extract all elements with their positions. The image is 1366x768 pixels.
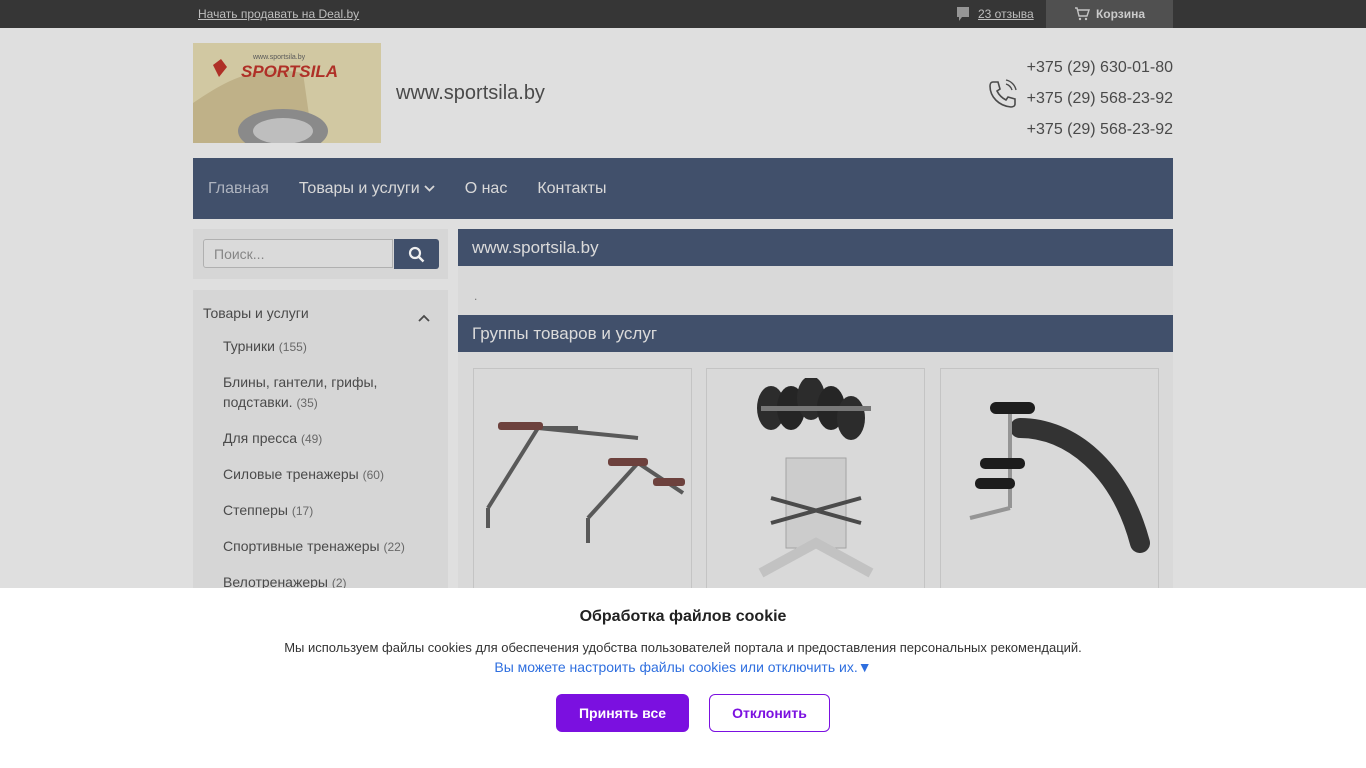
cart-button[interactable]: Корзина [1046, 0, 1173, 28]
search-button[interactable] [394, 239, 439, 269]
logo-image: www.sportsila.by SPORTSILA [193, 43, 381, 143]
cookie-banner: Обработка файлов cookie Мы используем фа… [0, 588, 1366, 768]
site-name: www.sportsila.by [396, 82, 545, 104]
nav-item-home[interactable]: Главная [208, 180, 269, 198]
category-item[interactable]: Турники (155) [223, 336, 433, 357]
cookie-text: Мы используем файлы cookies для обеспече… [284, 640, 1082, 655]
groups-title: Группы товаров и услуг [458, 315, 1173, 352]
category-count: (22) [383, 540, 405, 554]
chevron-down-icon [424, 184, 435, 192]
main-content: www.sportsila.by . Группы товаров и услу… [458, 229, 1173, 598]
page-description: . [474, 289, 478, 303]
nav-item-contacts[interactable]: Контакты [537, 180, 606, 198]
page-title: www.sportsila.by [458, 229, 1173, 266]
category-list: Турники (155) Блины, гантели, грифы, под… [223, 336, 433, 608]
ab-bench-image [969, 402, 1150, 553]
category-item[interactable]: Степперы (17) [223, 500, 433, 521]
category-label: Турники [223, 338, 275, 354]
cookie-settings-link[interactable]: Вы можете настроить файлы cookies или от… [0, 659, 1366, 675]
category-count: (155) [278, 340, 307, 354]
category-count: (17) [291, 504, 314, 518]
product-group-card-ab-bench[interactable] [940, 368, 1159, 598]
logo-url-text: www.sportsila.by [252, 54, 306, 61]
phone-list: +375 (29) 630-01-80 +375 (29) 568-23-92 … [1027, 52, 1173, 145]
cart-label: Корзина [1095, 7, 1146, 21]
sidebar-title[interactable]: Товары и услуги [203, 305, 309, 321]
category-item[interactable]: Для пресса (49) [223, 428, 433, 449]
category-label: Степперы [223, 502, 288, 518]
accept-all-button[interactable]: Принять все [556, 694, 689, 732]
category-sidebar: Товары и услуги Турники (155) Блины, ган… [193, 290, 448, 590]
search-input[interactable]: Поиск... [203, 239, 393, 268]
category-label: Для пресса [223, 430, 298, 446]
category-label: Силовые тренажеры [223, 466, 359, 482]
product-group-card-dumbbells[interactable] [706, 368, 925, 598]
pullup-bar-image [485, 422, 685, 543]
start-selling-link[interactable]: Начать продавать на Deal.by [198, 7, 359, 21]
product-group-card-pullup-bar[interactable] [473, 368, 692, 598]
category-count: (49) [300, 432, 323, 446]
category-count: (35) [296, 396, 318, 410]
nav-item-about[interactable]: О нас [465, 180, 508, 198]
nav-item-products[interactable]: Товары и услуги [299, 180, 435, 198]
top-bar: Начать продавать на Deal.by 23 отзыва Ко… [0, 0, 1366, 28]
phone-icon [989, 79, 1017, 108]
category-item[interactable]: Силовые тренажеры (60) [223, 464, 433, 485]
chevron-up-icon[interactable] [418, 314, 430, 322]
reviews-link[interactable]: 23 отзыва [956, 6, 1034, 22]
phone-number-2[interactable]: +375 (29) 568-23-92 [1027, 83, 1173, 114]
search-panel: Поиск... [193, 229, 448, 279]
decline-button[interactable]: Отклонить [709, 694, 830, 732]
cart-icon [1074, 7, 1090, 21]
main-nav: Главная Товары и услуги О нас Контакты [193, 158, 1173, 219]
category-count: (60) [362, 468, 384, 482]
phone-number-3[interactable]: +375 (29) 568-23-92 [1027, 114, 1173, 145]
nav-item-products-label: Товары и услуги [298, 179, 420, 197]
cookie-title: Обработка файлов cookie [579, 608, 787, 625]
comment-icon [957, 7, 969, 21]
category-label: Спортивные тренажеры [223, 538, 380, 554]
category-item[interactable]: Блины, гантели, грифы, подставки. (35) [223, 372, 433, 413]
phone-number-1[interactable]: +375 (29) 630-01-80 [1027, 52, 1173, 83]
logo-brand-text: SPORTSILA [241, 62, 338, 81]
category-item[interactable]: Спортивные тренажеры (22) [223, 536, 433, 557]
dumbbells-rack-image [756, 378, 873, 578]
reviews-count: 23 отзыва [978, 7, 1034, 21]
search-icon [408, 246, 425, 262]
site-logo[interactable]: www.sportsila.by SPORTSILA [193, 43, 381, 143]
